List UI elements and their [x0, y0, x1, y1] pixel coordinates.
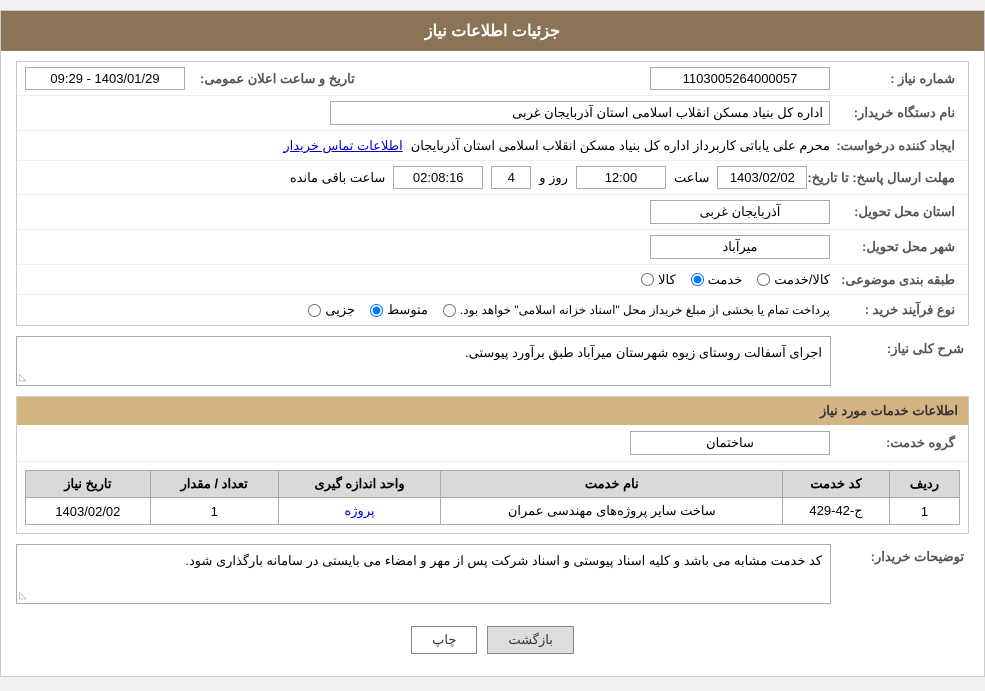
cell-unit: پروژه	[278, 498, 441, 525]
cell-quantity: 1	[150, 498, 278, 525]
category-khidmat-radio[interactable]	[691, 273, 704, 286]
category-kala[interactable]: کالا	[641, 272, 676, 288]
province-value: آذربایجان غربی	[650, 200, 830, 224]
purchase-full-pay[interactable]: پرداخت تمام یا بخشی از مبلغ خریداز محل "…	[443, 303, 830, 317]
cell-date: 1403/02/02	[26, 498, 151, 525]
announce-label: تاریخ و ساعت اعلان عمومی:	[200, 71, 355, 87]
print-button[interactable]: چاپ	[411, 626, 477, 654]
services-section-title: اطلاعات خدمات مورد نیاز	[17, 397, 968, 425]
purchase-small[interactable]: جزیی	[308, 302, 355, 318]
category-kala-khidmat-radio[interactable]	[757, 273, 770, 286]
deadline-time-label: ساعت	[674, 170, 709, 186]
col-date: تاریخ نیاز	[26, 471, 151, 498]
creator-label: ایجاد کننده درخواست:	[830, 138, 960, 154]
deadline-label: مهلت ارسال پاسخ: تا تاریخ:	[807, 170, 960, 186]
table-row: 1 ج-42-429 ساخت سایر پروژه‌های مهندسی عم…	[26, 498, 960, 525]
city-value: میرآباد	[650, 235, 830, 259]
col-quantity: تعداد / مقدار	[150, 471, 278, 498]
purchase-small-radio[interactable]	[308, 304, 321, 317]
col-unit: واحد اندازه گیری	[278, 471, 441, 498]
purchase-medium-radio[interactable]	[370, 304, 383, 317]
cell-service-name: ساخت سایر پروژه‌های مهندسی عمران	[441, 498, 783, 525]
category-kala-label: کالا	[658, 272, 676, 288]
page-title: جزئیات اطلاعات نیاز	[1, 11, 984, 51]
service-group-label: گروه خدمت:	[830, 435, 960, 451]
purchase-small-label: جزیی	[325, 302, 355, 318]
cell-row-num: 1	[889, 498, 959, 525]
buyer-value: اداره کل بنیاد مسکن انقلاب اسلامی استان …	[330, 101, 830, 125]
category-khidmat-label: خدمت	[708, 272, 743, 288]
deadline-remaining: 02:08:16	[393, 166, 483, 189]
service-group-value: ساختمان	[630, 431, 830, 455]
deadline-date: 1403/02/02	[717, 166, 807, 189]
need-number-label: شماره نیاز :	[830, 71, 960, 87]
need-number-value: 1103005264000057	[650, 67, 830, 90]
category-kala-khidmat-label: کالا/خدمت	[774, 272, 830, 288]
deadline-remaining-label: ساعت باقی مانده	[290, 170, 385, 186]
announce-value: 1403/01/29 - 09:29	[25, 67, 185, 90]
deadline-days: 4	[491, 166, 531, 189]
col-row-num: ردیف	[889, 471, 959, 498]
city-label: شهر محل تحویل:	[830, 239, 960, 255]
contact-link[interactable]: اطلاعات تماس خریدار	[283, 138, 402, 154]
purchase-full-pay-label: پرداخت تمام یا بخشی از مبلغ خریداز محل "…	[460, 303, 830, 317]
purchase-full-pay-radio[interactable]	[443, 304, 456, 317]
purchase-label: نوع فرآیند خرید :	[830, 302, 960, 318]
deadline-time: 12:00	[576, 166, 666, 189]
category-kala-radio[interactable]	[641, 273, 654, 286]
buttons-row: بازگشت چاپ	[16, 614, 969, 666]
col-service-code: کد خدمت	[783, 471, 890, 498]
description-label: شرح کلی نیاز:	[839, 336, 969, 357]
purchase-medium[interactable]: متوسط	[370, 302, 428, 318]
province-label: استان محل تحویل:	[830, 204, 960, 220]
category-label: طبقه بندی موضوعی:	[830, 272, 960, 288]
description-content: اجرای آسفالت روستای زیوه شهرستان میرآباد…	[465, 345, 822, 360]
buyer-notes-label: توضیحات خریدار:	[839, 544, 969, 565]
deadline-days-label: روز و	[539, 170, 568, 186]
back-button[interactable]: بازگشت	[487, 626, 573, 654]
cell-service-code: ج-42-429	[783, 498, 890, 525]
services-table: ردیف کد خدمت نام خدمت واحد اندازه گیری ت…	[25, 470, 960, 525]
buyer-notes-content: کد خدمت مشابه می باشد و کلیه اسناد پیوست…	[185, 553, 822, 568]
col-service-name: نام خدمت	[441, 471, 783, 498]
buyer-label: نام دستگاه خریدار:	[830, 105, 960, 121]
category-kala-khidmat[interactable]: کالا/خدمت	[757, 272, 830, 288]
purchase-medium-label: متوسط	[387, 302, 428, 318]
category-khidmat[interactable]: خدمت	[691, 272, 743, 288]
creator-value: محرم علی یاباتی کاربرداز اداره کل بنیاد …	[411, 138, 830, 154]
